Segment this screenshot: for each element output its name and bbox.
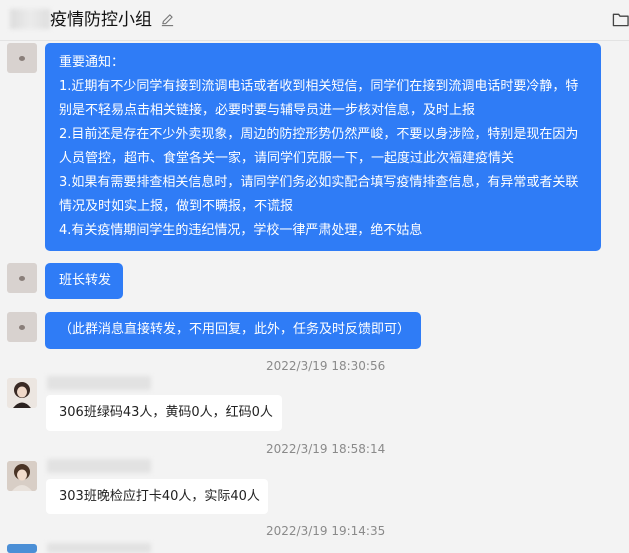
blurred-member-name <box>47 543 151 553</box>
avatar-photo-icon <box>7 378 37 408</box>
notice-item-1: 1.近期有不少同学有接到流调电话或者收到相关短信，同学们在接到流调电话时要冷静，… <box>59 79 579 118</box>
notice-item-3: 3.如果有需要排查相关信息时，请同学们务必如实配合填写疫情排查信息，有异常或者关… <box>59 175 579 214</box>
notice-heading: 重要通知： <box>59 55 125 70</box>
sender-avatar[interactable] <box>7 312 37 342</box>
blurred-member-name <box>47 459 151 473</box>
member-avatar[interactable] <box>7 544 37 553</box>
notice-item-2: 2.目前还是存在不少外卖现象，周边的防控形势仍然严峻，不要以身涉险，特别是现在因… <box>59 127 579 166</box>
chat-title: 疫情防控小组 <box>50 10 152 30</box>
member-avatar[interactable] <box>7 378 37 408</box>
instruction-bubble[interactable]: （此群消息直接转发，不用回复，此外，任务及时反馈即可） <box>45 312 421 349</box>
report-bubble[interactable]: 303班晚检应打卡40人，实际40人 <box>46 479 268 514</box>
report-bubble[interactable]: 306班绿码43人，黄码0人，红码0人 <box>46 395 282 431</box>
notice-bubble[interactable]: 重要通知： 1.近期有不少同学有接到流调电话或者收到相关短信，同学们在接到流调电… <box>45 43 601 251</box>
timestamp: 2022/3/19 18:30:56 <box>266 359 386 373</box>
blurred-member-name <box>47 376 151 390</box>
blurred-title-prefix <box>10 9 50 29</box>
edit-icon[interactable] <box>160 12 175 27</box>
sender-avatar[interactable] <box>7 263 37 293</box>
member-avatar[interactable] <box>7 461 37 491</box>
notice-item-4: 4.有关疫情期间学生的违纪情况，学校一律严肃处理，绝不姑息 <box>59 223 423 238</box>
avatar-dot <box>19 325 25 330</box>
folder-icon[interactable] <box>612 11 629 28</box>
avatar-dot <box>19 276 25 281</box>
forward-bubble[interactable]: 班长转发 <box>45 263 123 299</box>
timestamp: 2022/3/19 18:58:14 <box>266 442 386 456</box>
avatar-photo-icon <box>7 461 37 491</box>
avatar-dot <box>19 56 25 61</box>
chat-header: 疫情防控小组 <box>0 0 629 41</box>
timestamp: 2022/3/19 19:14:35 <box>266 524 386 538</box>
sender-avatar[interactable] <box>7 43 37 73</box>
